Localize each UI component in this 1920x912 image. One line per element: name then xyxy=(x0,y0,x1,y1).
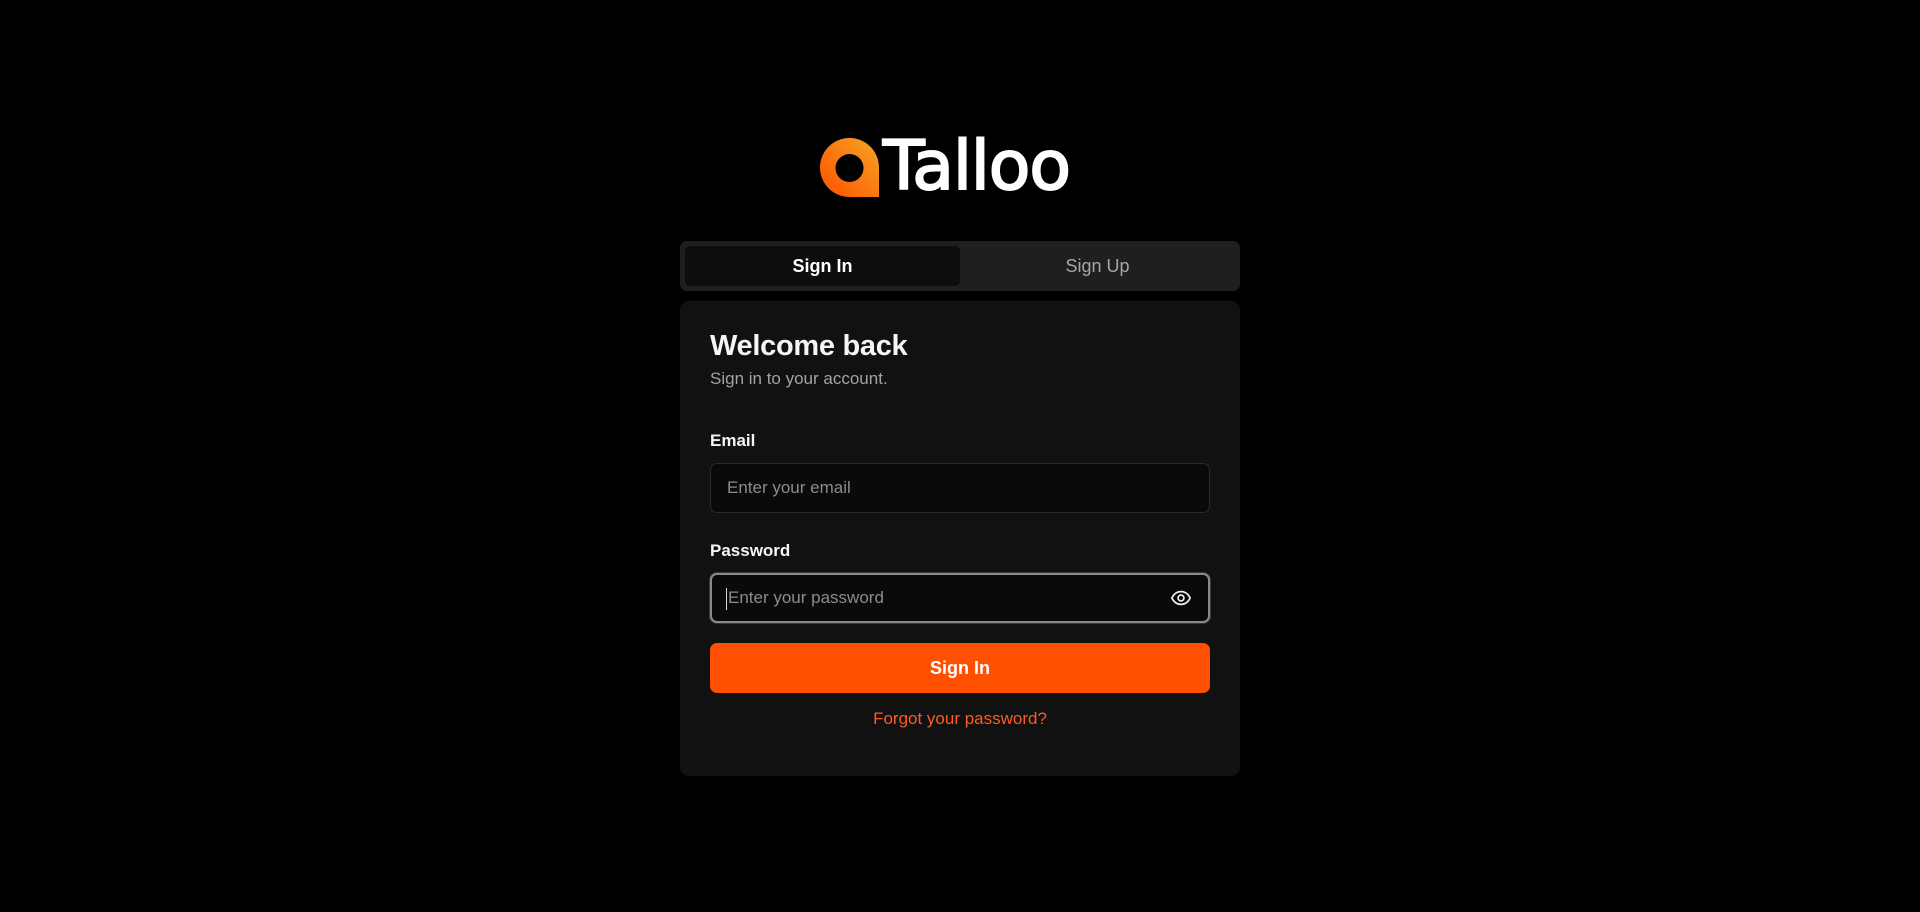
auth-tabs: Sign In Sign Up xyxy=(680,241,1240,291)
password-field-wrapper xyxy=(710,573,1210,623)
password-label: Password xyxy=(710,541,791,560)
eye-icon[interactable] xyxy=(1170,587,1192,609)
email-label: Email xyxy=(710,431,756,450)
brand-logo: Talloo xyxy=(820,127,1072,206)
brand-name: Talloo xyxy=(882,127,1072,206)
sign-in-button[interactable]: Sign In xyxy=(710,643,1210,693)
card-subtitle: Sign in to your account. xyxy=(710,369,888,388)
email-field-wrapper xyxy=(710,463,1210,513)
email-field[interactable] xyxy=(727,478,1193,498)
text-caret xyxy=(726,588,727,610)
tab-sign-up[interactable]: Sign Up xyxy=(960,246,1235,286)
password-field[interactable] xyxy=(728,588,1170,608)
sign-in-card: Welcome back Sign in to your account. Em… xyxy=(680,301,1240,776)
sign-in-page: Talloo Sign In Sign Up Welcome back Sign… xyxy=(0,0,1920,912)
forgot-password-link[interactable]: Forgot your password? xyxy=(710,709,1210,729)
tab-sign-in[interactable]: Sign In xyxy=(685,246,960,286)
talloo-logo-icon xyxy=(820,137,879,197)
card-title: Welcome back xyxy=(710,330,908,362)
